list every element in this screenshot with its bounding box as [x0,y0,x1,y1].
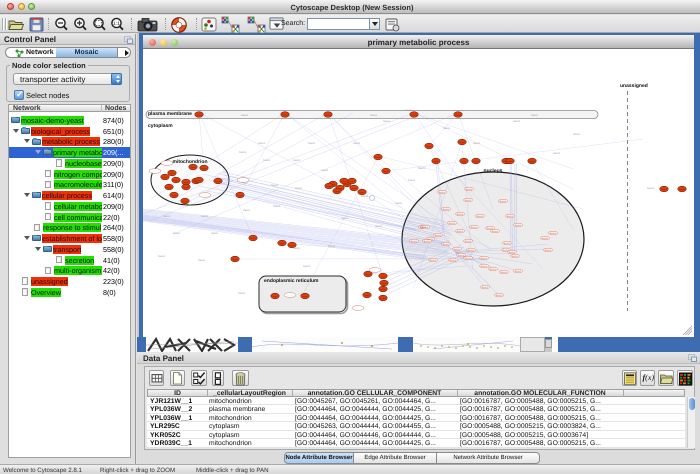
svg-text:Sxxnn: Sxxnn [308,142,316,145]
svg-text:Sxxnn: Sxxnn [238,292,246,295]
svg-text:Sxxnn: Sxxnn [507,215,514,218]
svg-text:1:1: 1:1 [113,21,120,27]
svg-text:Sxxnn: Sxxnn [435,234,442,237]
svg-text:Sxxnn: Sxxnn [504,242,511,245]
svg-text:Sxxnn: Sxxnn [211,232,219,235]
svg-text:Sxxnn: Sxxnn [239,151,247,154]
svg-text:Sxxnn: Sxxnn [545,249,552,252]
svg-text:Sxxnn: Sxxnn [383,120,391,123]
svg-text:Sxxnn: Sxxnn [430,259,437,262]
svg-text:Sxxnn: Sxxnn [490,268,497,271]
svg-text:Sxxnn: Sxxnn [471,226,478,229]
svg-text:Sxxnn: Sxxnn [450,259,457,262]
svg-text:Sxxnn: Sxxnn [466,188,473,191]
svg-text:Sxxnn: Sxxnn [293,247,301,250]
svg-text:Sxxnn: Sxxnn [449,222,456,225]
svg-text:Sxxnn: Sxxnn [258,142,266,145]
svg-text:Sxxnn: Sxxnn [408,179,416,182]
svg-text:Sxxnn: Sxxnn [418,167,426,170]
svg-text:Sxxnn: Sxxnn [321,169,329,172]
svg-text:Sxxnn: Sxxnn [465,199,472,202]
svg-text:Sxxnn: Sxxnn [457,230,464,233]
svg-text:Sxxnn: Sxxnn [501,271,508,274]
svg-text:Sxxnn: Sxxnn [293,159,301,162]
svg-text:Sxxnn: Sxxnn [509,251,516,254]
svg-text:Sxxnn: Sxxnn [465,257,472,260]
svg-text:Sxxnn: Sxxnn [375,225,383,228]
svg-text:Sxxnn: Sxxnn [158,255,166,258]
svg-text:Sxxnn: Sxxnn [295,187,303,190]
svg-text:Sxxnn: Sxxnn [481,257,488,260]
svg-text:Sxxnn: Sxxnn [515,270,522,273]
svg-text:Sxxnn: Sxxnn [553,152,561,155]
svg-text:Sxxnn: Sxxnn [443,127,451,130]
svg-text:Sxxnn: Sxxnn [531,114,539,117]
svg-text:Sxxnn: Sxxnn [550,232,557,235]
svg-text:Sxxnn: Sxxnn [405,109,413,112]
svg-text:Sxxnn: Sxxnn [163,215,171,218]
svg-text:Sxxnn: Sxxnn [542,237,549,240]
svg-text:Sxxnn: Sxxnn [422,226,429,229]
svg-text:Sxxnn: Sxxnn [481,265,488,268]
svg-text:Sxxnn: Sxxnn [303,265,311,268]
svg-text:Sxxnn: Sxxnn [458,254,465,257]
svg-text:Sxxnn: Sxxnn [468,249,475,252]
svg-text:Sxxnn: Sxxnn [454,248,461,251]
svg-text:Sxxnn: Sxxnn [263,159,271,162]
svg-text:Sxxnn: Sxxnn [512,255,519,258]
svg-text:Sxxnn: Sxxnn [443,243,450,246]
svg-text:Sxxnn: Sxxnn [482,286,489,289]
svg-text:Sxxnn: Sxxnn [243,209,251,212]
svg-text:Sxxnn: Sxxnn [487,227,494,230]
svg-text:Sxxnn: Sxxnn [173,232,181,235]
svg-text:Sxxnn: Sxxnn [477,215,484,218]
svg-text:Sxxnn: Sxxnn [273,205,281,208]
svg-text:Sxxnn: Sxxnn [370,114,378,117]
svg-text:Sxxnn: Sxxnn [513,120,521,123]
svg-text:Sxxnn: Sxxnn [496,294,503,297]
svg-text:Sxxnn: Sxxnn [241,114,249,117]
svg-text:Sxxnn: Sxxnn [424,240,431,243]
svg-text:Sxxnn: Sxxnn [573,133,581,136]
svg-text:Sxxnn: Sxxnn [411,240,418,243]
svg-text:Sxxnn: Sxxnn [328,245,336,248]
svg-text:Sxxnn: Sxxnn [198,259,206,262]
svg-text:Sxxnn: Sxxnn [492,230,499,233]
svg-text:Sxxnn: Sxxnn [515,224,522,227]
svg-text:Sxxnn: Sxxnn [443,208,450,211]
svg-text:Sxxnn: Sxxnn [457,213,464,216]
svg-text:Sxxnn: Sxxnn [395,202,403,205]
svg-text:Sxxnn: Sxxnn [201,215,209,218]
svg-text:Sxxnn: Sxxnn [473,142,481,145]
svg-text:Sxxnn: Sxxnn [500,200,507,203]
svg-text:Sxxnn: Sxxnn [439,191,446,194]
svg-text:Sxxnn: Sxxnn [647,187,655,190]
svg-text:Sxxnn: Sxxnn [361,195,369,198]
svg-text:Sxxnn: Sxxnn [465,240,472,243]
svg-text:Sxxnn: Sxxnn [341,217,349,220]
svg-text:Sxxnn: Sxxnn [353,142,361,145]
svg-text:Sxxnn: Sxxnn [271,184,279,187]
